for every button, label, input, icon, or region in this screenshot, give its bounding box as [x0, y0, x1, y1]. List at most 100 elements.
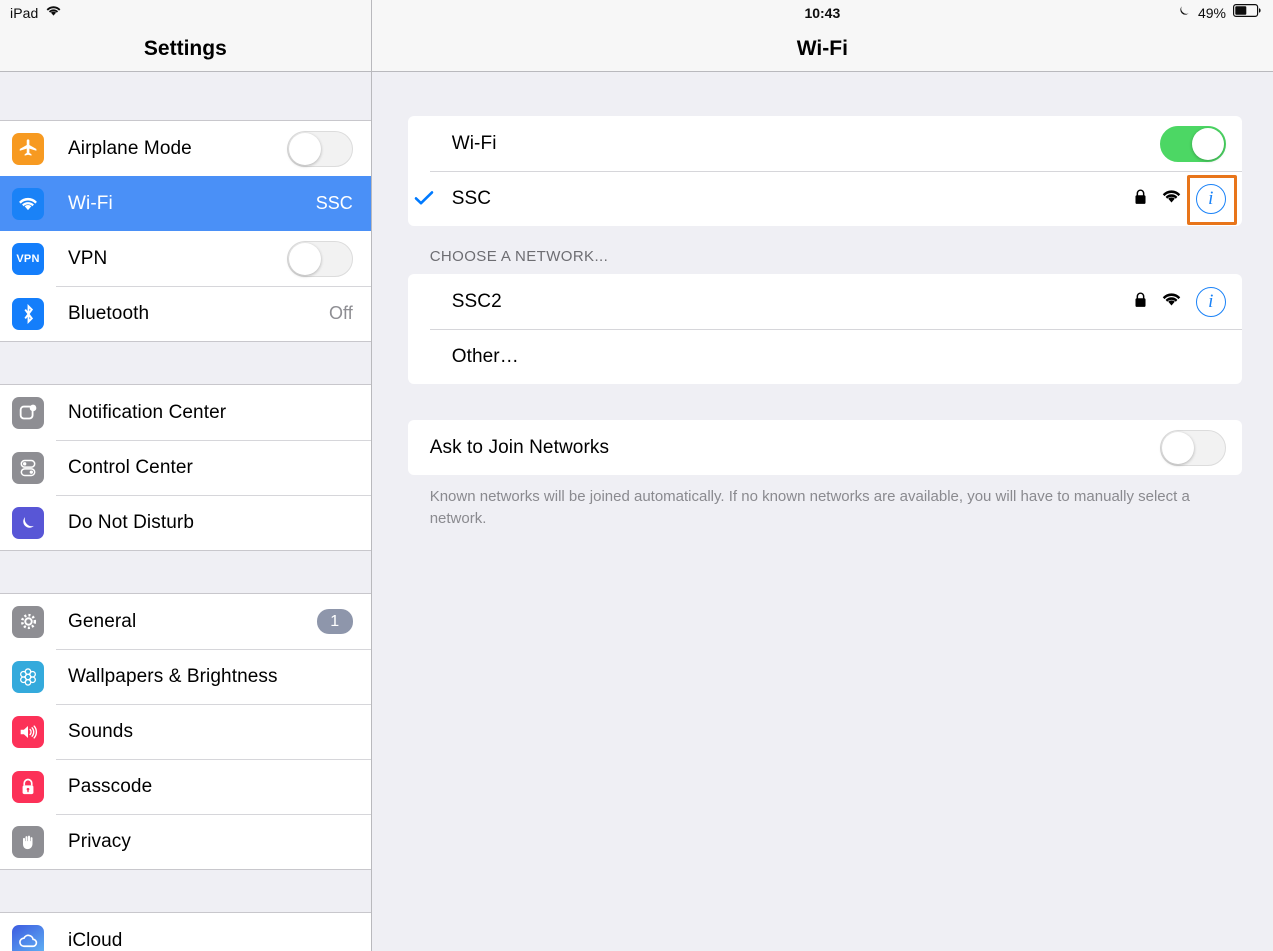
- sidebar-item-control-center[interactable]: Control Center: [0, 440, 371, 495]
- clock: 10:43: [804, 5, 841, 21]
- ask-to-join-card: Ask to Join Networks: [407, 420, 1242, 475]
- sidebar-item-bluetooth[interactable]: Bluetooth Off: [0, 286, 371, 341]
- lock-icon: [1134, 188, 1147, 210]
- sidebar-item-sounds[interactable]: Sounds: [0, 704, 371, 759]
- lock-icon: [1134, 291, 1147, 313]
- highlight-annotation: [1186, 174, 1237, 225]
- control-center-icon: [12, 451, 44, 484]
- main-status-bar: 10:43 49%: [371, 0, 1273, 26]
- sidebar-item-label: VPN: [68, 247, 108, 269]
- cloud-icon: [12, 924, 44, 951]
- checkmark-icon: [414, 186, 440, 212]
- sidebar-group-accounts: iCloud: [0, 912, 371, 951]
- toggle-knob: [1161, 431, 1194, 464]
- toggle-knob: [288, 242, 321, 275]
- vpn-icon: VPN: [12, 242, 44, 275]
- sidebar-item-icloud[interactable]: iCloud: [0, 913, 371, 951]
- sidebar-item-label: Passcode: [68, 775, 153, 797]
- sidebar-item-label: Airplane Mode: [68, 137, 192, 159]
- settings-sidebar: iPad Settings Airplane Mode Wi-Fi SSC VP…: [0, 0, 372, 951]
- available-networks-card: SSC2 i Other…: [407, 274, 1242, 384]
- network-name: SSC2: [451, 290, 502, 312]
- network-indicators: i: [1134, 286, 1226, 317]
- lock-icon: [12, 770, 44, 803]
- connected-network-row[interactable]: SSC i: [408, 171, 1242, 226]
- sidebar-item-label: Wallpapers & Brightness: [68, 665, 278, 687]
- wallpaper-icon: [12, 660, 44, 693]
- ask-to-join-label: Ask to Join Networks: [429, 436, 610, 458]
- sidebar-group-connectivity: Airplane Mode Wi-Fi SSC VPN VPN Bluetoot…: [0, 120, 371, 342]
- wifi-toggle-row[interactable]: Wi-Fi: [408, 116, 1242, 171]
- wifi-icon: [12, 187, 44, 220]
- main-title: Wi-Fi: [796, 36, 848, 60]
- network-row-other[interactable]: Other…: [408, 329, 1242, 384]
- network-indicators: i: [1134, 174, 1237, 225]
- sidebar-item-label: Privacy: [68, 830, 131, 852]
- status-bar-right: 49%: [1177, 0, 1261, 26]
- vpn-toggle[interactable]: [286, 240, 353, 277]
- toggle-knob: [288, 132, 321, 165]
- footer-note: Known networks will be joined automatica…: [429, 488, 1190, 527]
- battery-icon: [1233, 4, 1261, 22]
- sidebar-group-system: General 1 Wallpapers & Brightness Sounds: [0, 593, 371, 870]
- sidebar-top-gap: [0, 72, 371, 120]
- moon-icon: [1177, 4, 1191, 23]
- wifi-status-card: Wi-Fi SSC i: [407, 116, 1242, 226]
- sidebar-gap-3: [0, 870, 371, 912]
- gear-icon: [12, 605, 44, 638]
- sidebar-group-centers: Notification Center Control Center Do No…: [0, 384, 371, 551]
- airplane-mode-toggle[interactable]: [286, 130, 353, 167]
- wifi-icon: [1161, 188, 1182, 209]
- sidebar-item-value: SSC: [315, 193, 353, 213]
- network-name: Other…: [451, 345, 519, 367]
- info-icon[interactable]: i: [1186, 174, 1237, 225]
- sidebar-item-value: Off: [329, 303, 353, 323]
- main-header: Wi-Fi: [371, 26, 1273, 72]
- ask-to-join-row[interactable]: Ask to Join Networks: [408, 420, 1242, 475]
- info-icon[interactable]: i: [1195, 286, 1226, 317]
- sidebar-item-label: iCloud: [68, 929, 123, 951]
- sidebar-item-label: Control Center: [68, 456, 193, 478]
- sidebar-item-general[interactable]: General 1: [0, 594, 371, 649]
- sidebar-item-airplane-mode[interactable]: Airplane Mode: [0, 121, 371, 176]
- device-label: iPad: [10, 5, 39, 21]
- airplane-icon: [12, 132, 44, 165]
- battery-percent: 49%: [1197, 5, 1226, 21]
- ipad-settings-screen: iPad Settings Airplane Mode Wi-Fi SSC VP…: [0, 0, 1273, 951]
- sidebar-gap-2: [0, 551, 371, 593]
- hand-icon: [12, 825, 44, 858]
- sidebar-item-vpn[interactable]: VPN VPN: [0, 231, 371, 286]
- sidebar-item-label: Notification Center: [68, 401, 227, 423]
- toggle-knob: [1191, 127, 1224, 160]
- network-name: SSC: [451, 187, 492, 209]
- notification-center-icon: [12, 396, 44, 429]
- bluetooth-icon: [12, 297, 44, 330]
- sidebar-item-wifi[interactable]: Wi-Fi SSC: [0, 176, 371, 231]
- status-badge: 1: [316, 609, 353, 634]
- sidebar-item-privacy[interactable]: Privacy: [0, 814, 371, 869]
- speaker-icon: [12, 715, 44, 748]
- wifi-toggle[interactable]: [1159, 125, 1226, 162]
- ask-to-join-toggle[interactable]: [1159, 429, 1226, 466]
- sidebar-gap-1: [0, 342, 371, 384]
- network-row-ssc2[interactable]: SSC2 i: [408, 274, 1242, 329]
- page-title: Settings: [143, 36, 227, 60]
- choose-network-header: CHOOSE A NETWORK...: [429, 248, 609, 265]
- sidebar-item-notification-center[interactable]: Notification Center: [0, 385, 371, 440]
- wifi-toggle-label: Wi-Fi: [451, 132, 497, 154]
- sidebar-item-label: Sounds: [68, 720, 134, 742]
- wifi-detail-pane: 10:43 49% Wi-Fi Wi-Fi SSC i CHOOSE A NET…: [371, 0, 1273, 951]
- sidebar-item-do-not-disturb[interactable]: Do Not Disturb: [0, 495, 371, 550]
- sidebar-status-bar: iPad: [0, 0, 371, 26]
- moon-icon: [12, 506, 44, 539]
- sidebar-header: Settings: [0, 26, 371, 72]
- sidebar-item-passcode[interactable]: Passcode: [0, 759, 371, 814]
- wifi-icon: [45, 4, 62, 22]
- sidebar-item-label: Do Not Disturb: [68, 511, 194, 533]
- wifi-content: Wi-Fi SSC i CHOOSE A NETWORK... SSC2 i O…: [372, 72, 1273, 530]
- sidebar-item-wallpapers-brightness[interactable]: Wallpapers & Brightness: [0, 649, 371, 704]
- wifi-icon: [1161, 291, 1182, 312]
- sidebar-item-label: General: [68, 610, 137, 632]
- sidebar-item-label: Bluetooth: [68, 302, 150, 324]
